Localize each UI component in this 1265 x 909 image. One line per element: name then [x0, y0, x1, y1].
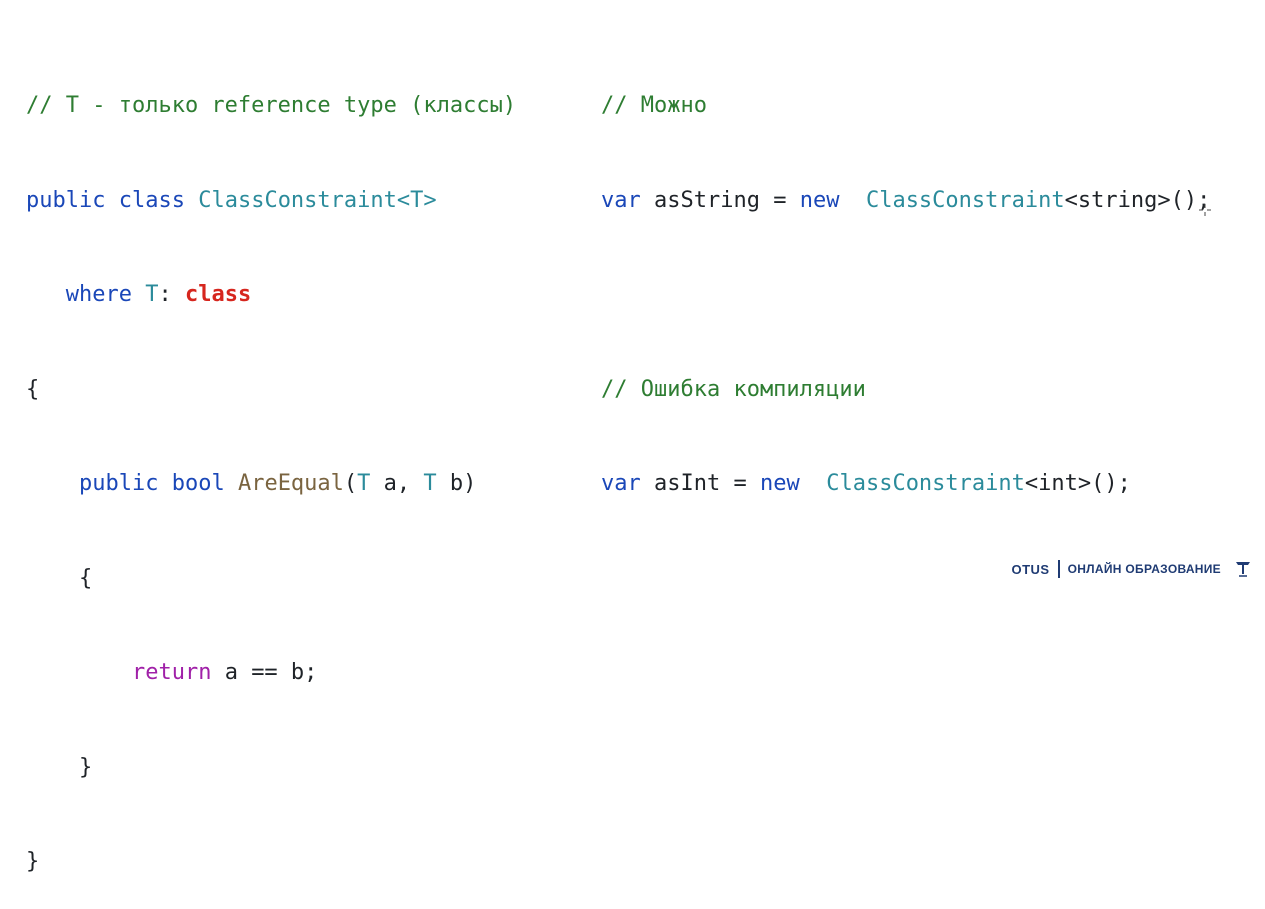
keyword-return: return [131, 660, 212, 685]
comment-allowed: // Можно [601, 93, 707, 118]
open-brace: { [26, 376, 40, 402]
var-as-int: asInt = [640, 471, 760, 496]
otus-logo-icon [1236, 562, 1250, 577]
method-close-brace: } [26, 754, 93, 780]
keyword-new: new [799, 187, 840, 213]
comment-compile-error: // Ошибка компиляции [601, 376, 866, 402]
var-as-string: asString = [640, 187, 800, 213]
code-line-5: var asInt = new ClassConstraint<int>(); [601, 468, 1210, 500]
brand-name: OTUS [1011, 561, 1050, 577]
colon: : [158, 282, 185, 307]
code-line-1: // Можно [601, 90, 1210, 122]
code-line-6: { [26, 563, 516, 595]
return-expression: a == b; [211, 660, 318, 685]
keyword-var: var [601, 187, 641, 213]
generic-string-call: <string>(); [1064, 187, 1211, 213]
code-line-8: } [26, 752, 516, 784]
param-b: b) [436, 471, 477, 496]
keyword-bool: bool [171, 471, 225, 496]
code-line-3: where T: class [26, 279, 516, 311]
generic-param: <T> [396, 187, 437, 213]
code-line-9: } [26, 846, 516, 878]
keyword-public: public [26, 187, 106, 213]
keyword-var: var [601, 471, 641, 496]
brand-tagline: ОНЛАЙН ОБРАЗОВАНИЕ [1067, 562, 1221, 576]
code-line-1: // T - только reference type (классы) [26, 90, 516, 122]
keyword-where: where [65, 282, 132, 307]
type-class-constraint: ClassConstraint [198, 187, 397, 213]
code-line-7: return a == b; [26, 657, 516, 689]
footer-branding: OTUS ОНЛАЙН ОБРАЗОВАНИЕ [1011, 560, 1251, 578]
keyword-new: new [759, 471, 800, 496]
right-code-panel: // Можно var asString = new ClassConstra… [601, 27, 1210, 531]
keyword-public: public [78, 471, 159, 496]
method-are-equal: AreEqual [237, 471, 344, 496]
param-type-t: T [423, 471, 437, 496]
brand-divider [1057, 560, 1060, 578]
left-code-panel: // T - только reference type (классы) pu… [26, 27, 516, 909]
code-line-2: var asString = new ClassConstraint<strin… [601, 185, 1210, 217]
type-class-constraint: ClassConstraint [865, 187, 1065, 213]
close-brace: } [26, 849, 40, 874]
comment-reference-type: // T - только reference type (классы) [26, 93, 517, 118]
type-t: T [145, 282, 159, 307]
code-line-2: public class ClassConstraint<T> [26, 185, 516, 217]
keyword-class: class [118, 187, 185, 213]
method-open-brace: { [26, 565, 93, 591]
crosshair-cursor-icon [1199, 204, 1211, 216]
generic-int-call: <int>(); [1024, 471, 1131, 496]
paren-open: ( [343, 471, 358, 496]
param-a: a, [370, 471, 424, 496]
param-type-t: T [357, 471, 371, 496]
code-line-4: { [26, 374, 516, 406]
constraint-class-highlight: class [184, 282, 252, 307]
type-class-constraint: ClassConstraint [826, 471, 1025, 496]
code-line-4: // Ошибка компиляции [601, 374, 1210, 406]
code-line-5: public bool AreEqual(T a, T b) [26, 468, 516, 500]
